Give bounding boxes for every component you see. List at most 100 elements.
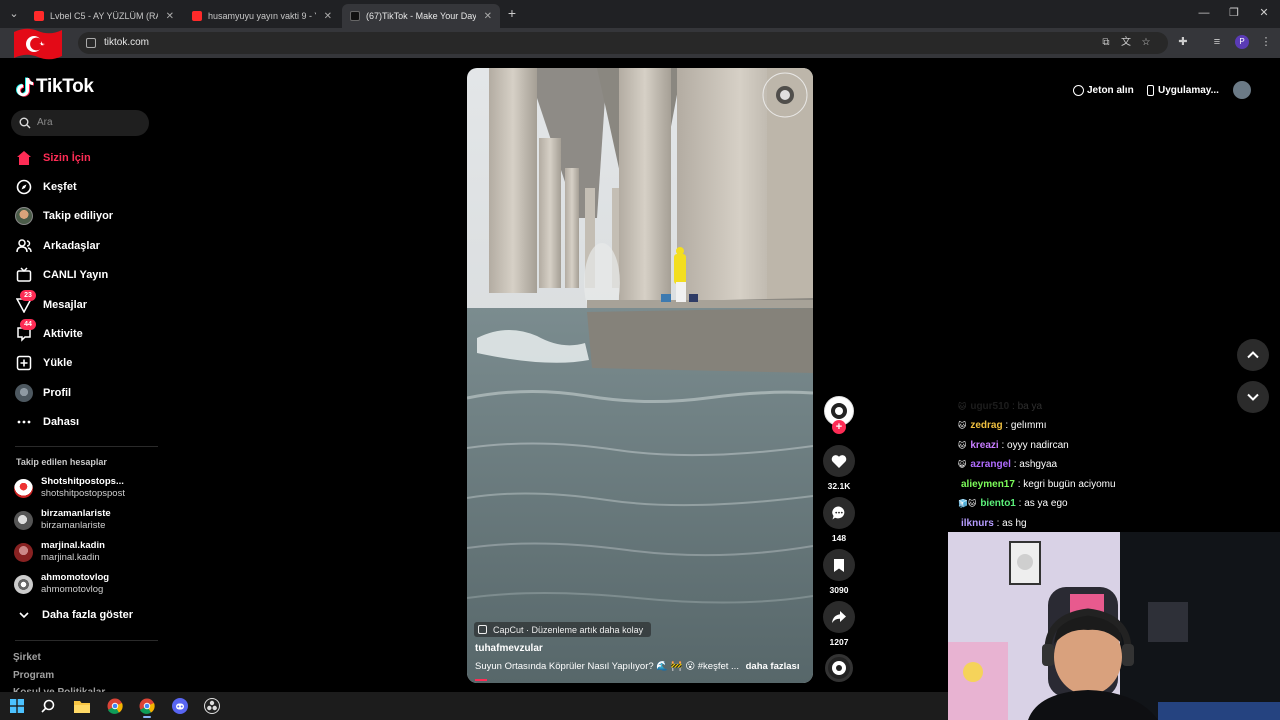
following-account[interactable]: birzamanlariste birzamanlariste bbox=[14, 507, 154, 533]
nav-label: Mesajlar bbox=[43, 299, 88, 311]
nav-profile[interactable]: Profil bbox=[15, 383, 71, 403]
chevron-down-icon bbox=[1247, 393, 1259, 401]
tab-search-icon[interactable]: ⌄ bbox=[4, 4, 24, 24]
close-tab-icon[interactable]: ✕ bbox=[484, 11, 492, 22]
chat-emote: 🐱 bbox=[958, 440, 967, 450]
discord-icon[interactable] bbox=[171, 697, 189, 715]
video-progress-bar[interactable] bbox=[475, 679, 487, 681]
user-avatar[interactable] bbox=[1233, 81, 1251, 99]
url-text[interactable]: tiktok.com bbox=[104, 37, 149, 48]
app-label: Uygulamay... bbox=[1158, 84, 1219, 96]
media-controls-icon[interactable]: ≡ bbox=[1210, 35, 1224, 49]
comment-button[interactable] bbox=[823, 497, 855, 529]
account-avatar bbox=[14, 479, 33, 498]
chat-text: kegri bugün aciyomu bbox=[1023, 478, 1116, 490]
coins-label: Jeton alın bbox=[1087, 84, 1134, 96]
following-avatar bbox=[15, 207, 33, 225]
footer-link-program[interactable]: Program bbox=[13, 670, 54, 681]
footer-link-company[interactable]: Şirket bbox=[13, 652, 41, 663]
chat-nick: ugur510 bbox=[970, 400, 1010, 412]
capcut-banner[interactable]: CapCut · Düzenleme artık daha kolay bbox=[474, 622, 652, 637]
nav-activity[interactable]: 44 Aktivite bbox=[15, 319, 83, 344]
sidebar-divider bbox=[15, 446, 158, 447]
nav-upload[interactable]: Yükle bbox=[15, 353, 72, 373]
share-count: 1207 bbox=[829, 637, 849, 647]
coin-icon bbox=[1073, 84, 1084, 96]
chat-nick: kreazi bbox=[970, 439, 999, 451]
nav-more[interactable]: Dahası bbox=[15, 412, 79, 432]
following-account[interactable]: ahmomotovlog ahmomotovlog bbox=[14, 571, 154, 597]
translate-icon[interactable]: 文 bbox=[1120, 37, 1132, 49]
following-account[interactable]: Shotshitpostops... shotshitpostopspost bbox=[14, 475, 154, 501]
like-button[interactable] bbox=[823, 445, 855, 477]
previous-video-button[interactable] bbox=[1237, 339, 1269, 371]
chat-text: as ya ego bbox=[1024, 497, 1068, 509]
extensions-icon[interactable]: ✚ bbox=[1176, 35, 1190, 49]
chat-text: oyyy nadircan bbox=[1007, 439, 1069, 451]
following-account[interactable]: marjinal.kadin marjinal.kadin bbox=[14, 539, 154, 565]
account-handle: shotshitpostopspost bbox=[41, 488, 125, 499]
browser-menu-icon[interactable]: ⋮ bbox=[1259, 35, 1273, 49]
description-more-link[interactable]: daha fazlası bbox=[746, 661, 800, 672]
chat-message: 🐱 zedrag : gelımmı bbox=[958, 419, 1047, 431]
nav-live[interactable]: CANLI Yayın bbox=[15, 265, 108, 285]
music-disc-icon[interactable] bbox=[825, 654, 853, 682]
nav-label: CANLI Yayın bbox=[43, 269, 109, 281]
nav-following[interactable]: Takip ediliyor bbox=[15, 206, 113, 226]
next-video-button[interactable] bbox=[1237, 381, 1269, 413]
tiktok-icon bbox=[350, 11, 360, 21]
nav-friends[interactable]: Arkadaşlar bbox=[15, 236, 100, 256]
nav-label: Arkadaşlar bbox=[43, 240, 100, 252]
nav-messages[interactable]: 23 Mesajlar bbox=[15, 290, 88, 315]
file-explorer-icon[interactable] bbox=[73, 697, 91, 715]
video-author[interactable]: tuhafmevzular bbox=[475, 643, 543, 654]
browser-profile-avatar[interactable]: P bbox=[1235, 35, 1249, 49]
restore-icon[interactable]: ❐ bbox=[1226, 5, 1242, 21]
nav-label: Sizin İçin bbox=[43, 152, 91, 164]
chat-nick: ilknurs bbox=[961, 517, 994, 529]
obs-icon[interactable] bbox=[203, 697, 221, 715]
search-input[interactable]: Ara bbox=[11, 110, 149, 136]
site-info-icon[interactable] bbox=[86, 38, 96, 48]
chrome-icon[interactable] bbox=[138, 697, 156, 718]
chat-text: ba ya bbox=[1017, 400, 1043, 412]
capcut-icon bbox=[478, 625, 487, 634]
close-tab-icon[interactable]: ✕ bbox=[166, 11, 174, 22]
chat-message: 🐱 ugur510 : ba ya bbox=[958, 400, 1043, 412]
bookmark-star-icon[interactable]: ☆ bbox=[1140, 37, 1152, 49]
get-coins-button[interactable]: Jeton alın bbox=[1073, 80, 1134, 100]
get-app-button[interactable]: Uygulamay... bbox=[1147, 80, 1219, 100]
video-player[interactable] bbox=[467, 68, 813, 683]
profile-avatar bbox=[15, 384, 33, 402]
tab-strip: ⌄ Lvbel C5 - AY YÜZLÜM (RAPPIX ✕ husamyu… bbox=[0, 0, 1280, 28]
share-button[interactable] bbox=[823, 601, 855, 633]
chat-message: ilknurs : as hg bbox=[961, 517, 1027, 529]
search-icon[interactable] bbox=[39, 697, 57, 715]
tiktok-logo[interactable]: TikTok bbox=[16, 76, 94, 98]
turkish-flag-overlay bbox=[14, 28, 62, 60]
account-name: ahmomotovlog bbox=[41, 572, 110, 583]
minimize-icon[interactable]: — bbox=[1196, 5, 1212, 21]
chrome-icon[interactable] bbox=[106, 697, 124, 715]
save-button[interactable] bbox=[823, 549, 855, 581]
description-text: Suyun Ortasında Köprüler Nasıl Yapılıyor… bbox=[475, 661, 739, 672]
omnibox[interactable]: tiktok.com ⧉ 文 ☆ bbox=[78, 32, 1168, 54]
follow-plus-button[interactable]: + bbox=[832, 420, 846, 434]
save-count: 3090 bbox=[829, 585, 849, 595]
home-icon bbox=[15, 149, 33, 167]
live-icon bbox=[15, 266, 33, 284]
nav-explore[interactable]: Keşfet bbox=[15, 177, 77, 197]
account-avatar bbox=[14, 511, 33, 530]
tab-2[interactable]: husamyuyu yayın vakti 9 - YouT ✕ bbox=[184, 4, 340, 28]
like-count: 32.1K bbox=[827, 481, 851, 491]
logo-wordmark: TikTok bbox=[36, 76, 94, 97]
tab-3-active[interactable]: (67)TikTok - Make Your Day ✕ bbox=[342, 4, 500, 28]
install-app-icon[interactable]: ⧉ bbox=[1100, 37, 1112, 49]
close-tab-icon[interactable]: ✕ bbox=[324, 11, 332, 22]
close-window-icon[interactable]: ✕ bbox=[1256, 5, 1272, 21]
nav-for-you[interactable]: Sizin İçin bbox=[15, 148, 91, 168]
windows-start-icon[interactable] bbox=[8, 697, 26, 715]
chat-emote: 🐱 bbox=[958, 401, 967, 411]
new-tab-button[interactable]: + bbox=[504, 5, 520, 21]
show-more-button[interactable]: Daha fazla göster bbox=[18, 609, 133, 621]
